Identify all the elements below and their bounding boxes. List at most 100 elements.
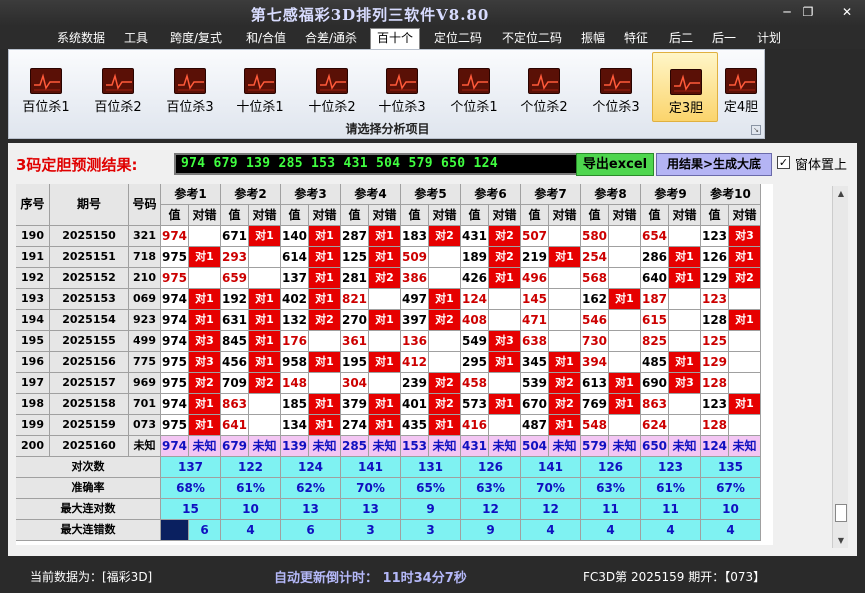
cell-value[interactable]: 286 bbox=[641, 247, 669, 268]
menu-item[interactable]: 振幅 bbox=[574, 29, 612, 48]
menu-item[interactable]: 工具 bbox=[116, 29, 156, 48]
cell-value[interactable]: 416 bbox=[461, 415, 489, 436]
vertical-scrollbar[interactable]: ▲ ▼ bbox=[832, 186, 848, 548]
cell-value[interactable]: 123 bbox=[701, 226, 729, 247]
cell-result[interactable]: 对1 bbox=[669, 247, 701, 268]
cell-value[interactable]: 974 bbox=[161, 289, 189, 310]
cell-value[interactable]: 386 bbox=[401, 268, 429, 289]
cell-result[interactable]: 对2 bbox=[309, 310, 341, 331]
cell-value[interactable]: 509 bbox=[401, 247, 429, 268]
cell-value[interactable]: 615 bbox=[641, 310, 669, 331]
cell-value[interactable]: 397 bbox=[401, 310, 429, 331]
row-period[interactable]: 2025159 bbox=[50, 415, 129, 436]
cell-value[interactable]: 471 bbox=[521, 310, 549, 331]
cell-value[interactable]: 270 bbox=[341, 310, 369, 331]
cell-result[interactable]: 对1 bbox=[309, 352, 341, 373]
cell-value[interactable]: 638 bbox=[521, 331, 549, 352]
cell-value[interactable]: 408 bbox=[461, 310, 489, 331]
cell-value[interactable]: 401 bbox=[401, 394, 429, 415]
menu-item[interactable]: 特征 bbox=[616, 29, 656, 48]
cell-value[interactable]: 379 bbox=[341, 394, 369, 415]
cell-value[interactable]: 485 bbox=[641, 352, 669, 373]
cell-value[interactable]: 640 bbox=[641, 268, 669, 289]
ribbon-launcher-icon[interactable]: ↘ bbox=[751, 125, 761, 135]
cell-result[interactable]: 对2 bbox=[549, 394, 581, 415]
cell-result[interactable]: 对1 bbox=[369, 310, 401, 331]
cell-result[interactable]: 对1 bbox=[309, 268, 341, 289]
row-seq[interactable]: 195 bbox=[16, 331, 50, 352]
cell-result[interactable] bbox=[489, 289, 521, 310]
cell-result[interactable]: 对2 bbox=[489, 226, 521, 247]
cell-value[interactable]: 821 bbox=[341, 289, 369, 310]
menu-item[interactable]: 不定位二码 bbox=[494, 29, 570, 48]
cell-value[interactable]: 654 bbox=[641, 226, 669, 247]
cell-result[interactable]: 对1 bbox=[309, 394, 341, 415]
cell-result[interactable]: 对2 bbox=[429, 226, 461, 247]
row-period[interactable]: 2025152 bbox=[50, 268, 129, 289]
cell-value[interactable]: 580 bbox=[581, 226, 609, 247]
cell-result[interactable] bbox=[729, 415, 761, 436]
cell-result[interactable] bbox=[489, 373, 521, 394]
cell-value[interactable]: 219 bbox=[521, 247, 549, 268]
row-seq[interactable]: 199 bbox=[16, 415, 50, 436]
row-number[interactable]: 210 bbox=[129, 268, 161, 289]
cell-value[interactable]: 132 bbox=[281, 310, 309, 331]
cell-result[interactable]: 对3 bbox=[189, 352, 221, 373]
row-number[interactable]: 969 bbox=[129, 373, 161, 394]
cell-value[interactable]: 549 bbox=[461, 331, 489, 352]
cell-result[interactable]: 对1 bbox=[309, 247, 341, 268]
cell-result[interactable]: 对1 bbox=[309, 289, 341, 310]
cell-result[interactable]: 对1 bbox=[249, 289, 281, 310]
cell-value[interactable]: 974 bbox=[161, 331, 189, 352]
cell-result[interactable] bbox=[249, 415, 281, 436]
cell-value[interactable]: 129 bbox=[701, 268, 729, 289]
row-seq[interactable]: 198 bbox=[16, 394, 50, 415]
cell-value[interactable]: 568 bbox=[581, 268, 609, 289]
row-period[interactable]: 2025155 bbox=[50, 331, 129, 352]
cell-result[interactable] bbox=[669, 226, 701, 247]
row-period[interactable]: 2025154 bbox=[50, 310, 129, 331]
cell-result[interactable] bbox=[369, 373, 401, 394]
ribbon-button[interactable]: 定4胆 bbox=[714, 52, 768, 122]
cell-result[interactable]: 对1 bbox=[249, 352, 281, 373]
row-period[interactable]: 2025156 bbox=[50, 352, 129, 373]
cell-result[interactable]: 对3 bbox=[189, 331, 221, 352]
cell-result[interactable] bbox=[249, 394, 281, 415]
cell-value[interactable]: 128 bbox=[701, 373, 729, 394]
menu-item[interactable]: 和/合值 bbox=[236, 29, 296, 48]
cell-result[interactable]: 对1 bbox=[369, 226, 401, 247]
row-seq[interactable]: 193 bbox=[16, 289, 50, 310]
cell-value[interactable]: 573 bbox=[461, 394, 489, 415]
row-number[interactable]: 069 bbox=[129, 289, 161, 310]
cell-result[interactable]: 对1 bbox=[189, 415, 221, 436]
menu-item[interactable]: 跨度/复式 bbox=[160, 29, 232, 48]
row-number[interactable]: 718 bbox=[129, 247, 161, 268]
cell-value[interactable]: 124 bbox=[461, 289, 489, 310]
cell-value[interactable]: 690 bbox=[641, 373, 669, 394]
cell-value[interactable]: 730 bbox=[581, 331, 609, 352]
menu-item[interactable]: 后一 bbox=[704, 29, 744, 48]
stay-on-top-checkbox[interactable]: ✓ bbox=[777, 156, 790, 169]
cell-value[interactable]: 487 bbox=[521, 415, 549, 436]
cell-result[interactable]: 对2 bbox=[429, 310, 461, 331]
cell-result[interactable]: 对1 bbox=[189, 394, 221, 415]
cell-result[interactable] bbox=[729, 331, 761, 352]
cell-result[interactable] bbox=[429, 331, 461, 352]
row-number[interactable]: 701 bbox=[129, 394, 161, 415]
cell-result[interactable] bbox=[669, 289, 701, 310]
cell-result[interactable] bbox=[429, 352, 461, 373]
cell-result[interactable] bbox=[429, 247, 461, 268]
cell-value[interactable]: 958 bbox=[281, 352, 309, 373]
cell-value[interactable]: 624 bbox=[641, 415, 669, 436]
cell-result[interactable]: 对1 bbox=[489, 268, 521, 289]
cell-result[interactable] bbox=[609, 268, 641, 289]
cell-value[interactable]: 548 bbox=[581, 415, 609, 436]
cell-value[interactable]: 281 bbox=[341, 268, 369, 289]
row-seq[interactable]: 196 bbox=[16, 352, 50, 373]
cell-result[interactable]: 对1 bbox=[369, 415, 401, 436]
cell-result[interactable] bbox=[669, 415, 701, 436]
cell-result[interactable]: 对1 bbox=[669, 268, 701, 289]
cell-value[interactable]: 431 bbox=[461, 226, 489, 247]
cell-result[interactable]: 对1 bbox=[309, 415, 341, 436]
row-seq[interactable]: 194 bbox=[16, 310, 50, 331]
